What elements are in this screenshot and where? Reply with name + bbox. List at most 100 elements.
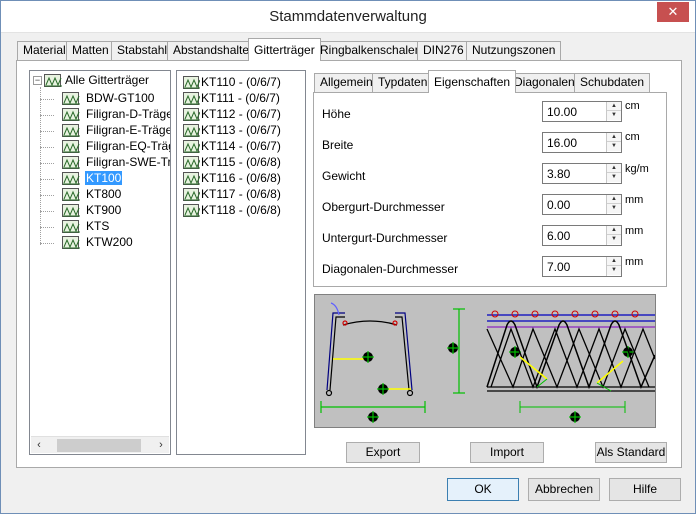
list-item[interactable]: KT113 - (0/6/7) xyxy=(183,123,303,139)
collapse-icon[interactable]: − xyxy=(33,76,42,85)
list-item[interactable]: KT111 - (0/6/7) xyxy=(183,91,303,107)
list-item-label: KT114 - (0/6/7) xyxy=(201,139,281,153)
untergurt-unit: mm xyxy=(625,225,644,237)
spin-down-icon[interactable]: ▼ xyxy=(607,204,621,213)
spin-up-icon[interactable]: ▲ xyxy=(607,102,621,111)
spin-up-icon[interactable]: ▲ xyxy=(607,195,621,204)
spin-down-icon[interactable]: ▼ xyxy=(607,235,621,244)
list-item[interactable]: KT112 - (0/6/7) xyxy=(183,107,303,123)
gewicht-spinner[interactable]: 3.80 ▲ ▼ xyxy=(542,163,622,184)
tree-item[interactable]: Filigran-EQ-Träger xyxy=(62,139,170,155)
tree-item[interactable]: KT900 xyxy=(62,203,170,219)
tree-item-label: KTW200 xyxy=(86,235,133,249)
traeger-icon xyxy=(62,188,80,201)
tab-material[interactable]: Material xyxy=(17,41,72,60)
breite-value: 16.00 xyxy=(547,136,578,150)
list-item-label: KT113 - (0/6/7) xyxy=(201,123,281,137)
traeger-icon xyxy=(62,156,80,169)
list-item-label: KT115 - (0/6/8) xyxy=(201,155,281,169)
tab-matten[interactable]: Matten xyxy=(66,41,115,60)
traeger-icon xyxy=(62,220,80,233)
traeger-icon xyxy=(44,74,62,87)
tree-item[interactable]: Filigran-D-Träger xyxy=(62,107,170,123)
scroll-left-icon[interactable]: ‹ xyxy=(32,438,46,453)
hoehe-unit: cm xyxy=(625,100,640,112)
tree-item[interactable]: BDW-GT100 xyxy=(62,91,170,107)
breite-unit: cm xyxy=(625,131,640,143)
untergurt-value: 6.00 xyxy=(547,229,571,243)
prop-label-gewicht: Gewicht xyxy=(322,169,366,183)
tree-item[interactable]: Filigran-SWE-Träg xyxy=(62,155,170,171)
gewicht-value: 3.80 xyxy=(547,167,571,181)
export-button[interactable]: Export xyxy=(346,442,420,463)
traeger-icon xyxy=(62,124,80,137)
traeger-drawing xyxy=(314,294,656,428)
tree-horizontal-scrollbar[interactable]: ‹ › xyxy=(31,436,169,453)
diagonalen-spinner[interactable]: 7.00 ▲ ▼ xyxy=(542,256,622,277)
elevation-view xyxy=(486,310,655,413)
list-item[interactable]: KT116 - (0/6/8) xyxy=(183,171,303,187)
scroll-right-icon[interactable]: › xyxy=(154,438,168,453)
traeger-icon xyxy=(62,172,80,185)
spin-down-icon[interactable]: ▼ xyxy=(607,173,621,182)
tree-item-label: KT100 xyxy=(85,171,123,185)
obergurt-spinner[interactable]: 0.00 ▲ ▼ xyxy=(542,194,622,215)
untergurt-spinner[interactable]: 6.00 ▲ ▼ xyxy=(542,225,622,246)
spin-up-icon[interactable]: ▲ xyxy=(607,226,621,235)
tab-abstandshalter[interactable]: Abstandshalter xyxy=(167,41,260,60)
tab-nutzungszonen[interactable]: Nutzungszonen xyxy=(466,41,562,60)
subtab-allgemein[interactable]: Allgemein xyxy=(314,73,379,92)
tree-item[interactable]: KT800 xyxy=(62,187,170,203)
traeger-icon xyxy=(183,76,200,89)
spin-up-icon[interactable]: ▲ xyxy=(607,133,621,142)
tree-item-selected[interactable]: KT100 xyxy=(62,171,170,187)
close-button[interactable]: ✕ xyxy=(657,2,689,22)
list-item[interactable]: KT114 - (0/6/7) xyxy=(183,139,303,155)
list-item[interactable]: KT110 - (0/6/7) xyxy=(183,75,303,91)
subtab-schubdaten[interactable]: Schubdaten xyxy=(574,73,651,92)
list-item[interactable]: KT117 - (0/6/8) xyxy=(183,187,303,203)
spin-down-icon[interactable]: ▼ xyxy=(607,266,621,275)
tree-item-label: Filigran-SWE-Träg xyxy=(86,155,170,169)
help-button[interactable]: Hilfe xyxy=(609,478,681,501)
traeger-icon xyxy=(183,204,200,217)
traeger-tree[interactable]: − Alle Gitterträger BDW-GT100 Filigran-D… xyxy=(29,70,171,455)
list-item[interactable]: KT115 - (0/6/8) xyxy=(183,155,303,171)
spin-down-icon[interactable]: ▼ xyxy=(607,111,621,120)
tree-item[interactable]: Filigran-E-Träger xyxy=(62,123,170,139)
list-item[interactable]: KT118 - (0/6/8) xyxy=(183,203,303,219)
obergurt-value: 0.00 xyxy=(547,198,571,212)
traeger-icon xyxy=(183,108,200,121)
subtab-typdaten[interactable]: Typdaten xyxy=(372,73,434,92)
diagonalen-value: 7.00 xyxy=(547,260,571,274)
traeger-icon xyxy=(183,172,200,185)
tab-din276[interactable]: DIN276 xyxy=(417,41,470,60)
traeger-icon xyxy=(62,108,80,121)
prop-label-hoehe: Höhe xyxy=(322,107,351,121)
cancel-button[interactable]: Abbrechen xyxy=(528,478,600,501)
spin-down-icon[interactable]: ▼ xyxy=(607,142,621,151)
breite-spinner[interactable]: 16.00 ▲ ▼ xyxy=(542,132,622,153)
dialog-window: Stammdatenverwaltung ✕ Material Matten S… xyxy=(0,0,696,514)
type-list[interactable]: KT110 - (0/6/7) KT111 - (0/6/7) KT112 - … xyxy=(176,70,306,455)
tree-item-label: KTS xyxy=(86,219,110,233)
subtab-eigenschaften[interactable]: Eigenschaften xyxy=(428,70,517,93)
spin-up-icon[interactable]: ▲ xyxy=(607,164,621,173)
subtab-diagonalen[interactable]: Diagonalen xyxy=(508,73,581,92)
tree-item-label: KT900 xyxy=(86,203,122,217)
ok-button[interactable]: OK xyxy=(447,478,519,501)
list-item-label: KT118 - (0/6/8) xyxy=(201,203,281,217)
hoehe-value: 10.00 xyxy=(547,105,578,119)
hoehe-spinner[interactable]: 10.00 ▲ ▼ xyxy=(542,101,622,122)
import-button[interactable]: Import xyxy=(470,442,544,463)
tree-item[interactable]: KTW200 xyxy=(62,235,170,251)
tab-stabstahl[interactable]: Stabstahl xyxy=(111,41,174,60)
prop-label-obergurt: Obergurt-Durchmesser xyxy=(322,200,445,214)
tab-gittertraeger[interactable]: Gitterträger xyxy=(248,38,321,61)
als-standard-button[interactable]: Als Standard xyxy=(595,442,667,463)
tab-ringbalkenschalen[interactable]: Ringbalkenschalen xyxy=(314,41,428,60)
spin-up-icon[interactable]: ▲ xyxy=(607,257,621,266)
tree-item[interactable]: KTS xyxy=(62,219,170,235)
scroll-thumb[interactable] xyxy=(57,439,141,452)
tree-root[interactable]: − Alle Gitterträger xyxy=(30,73,170,89)
